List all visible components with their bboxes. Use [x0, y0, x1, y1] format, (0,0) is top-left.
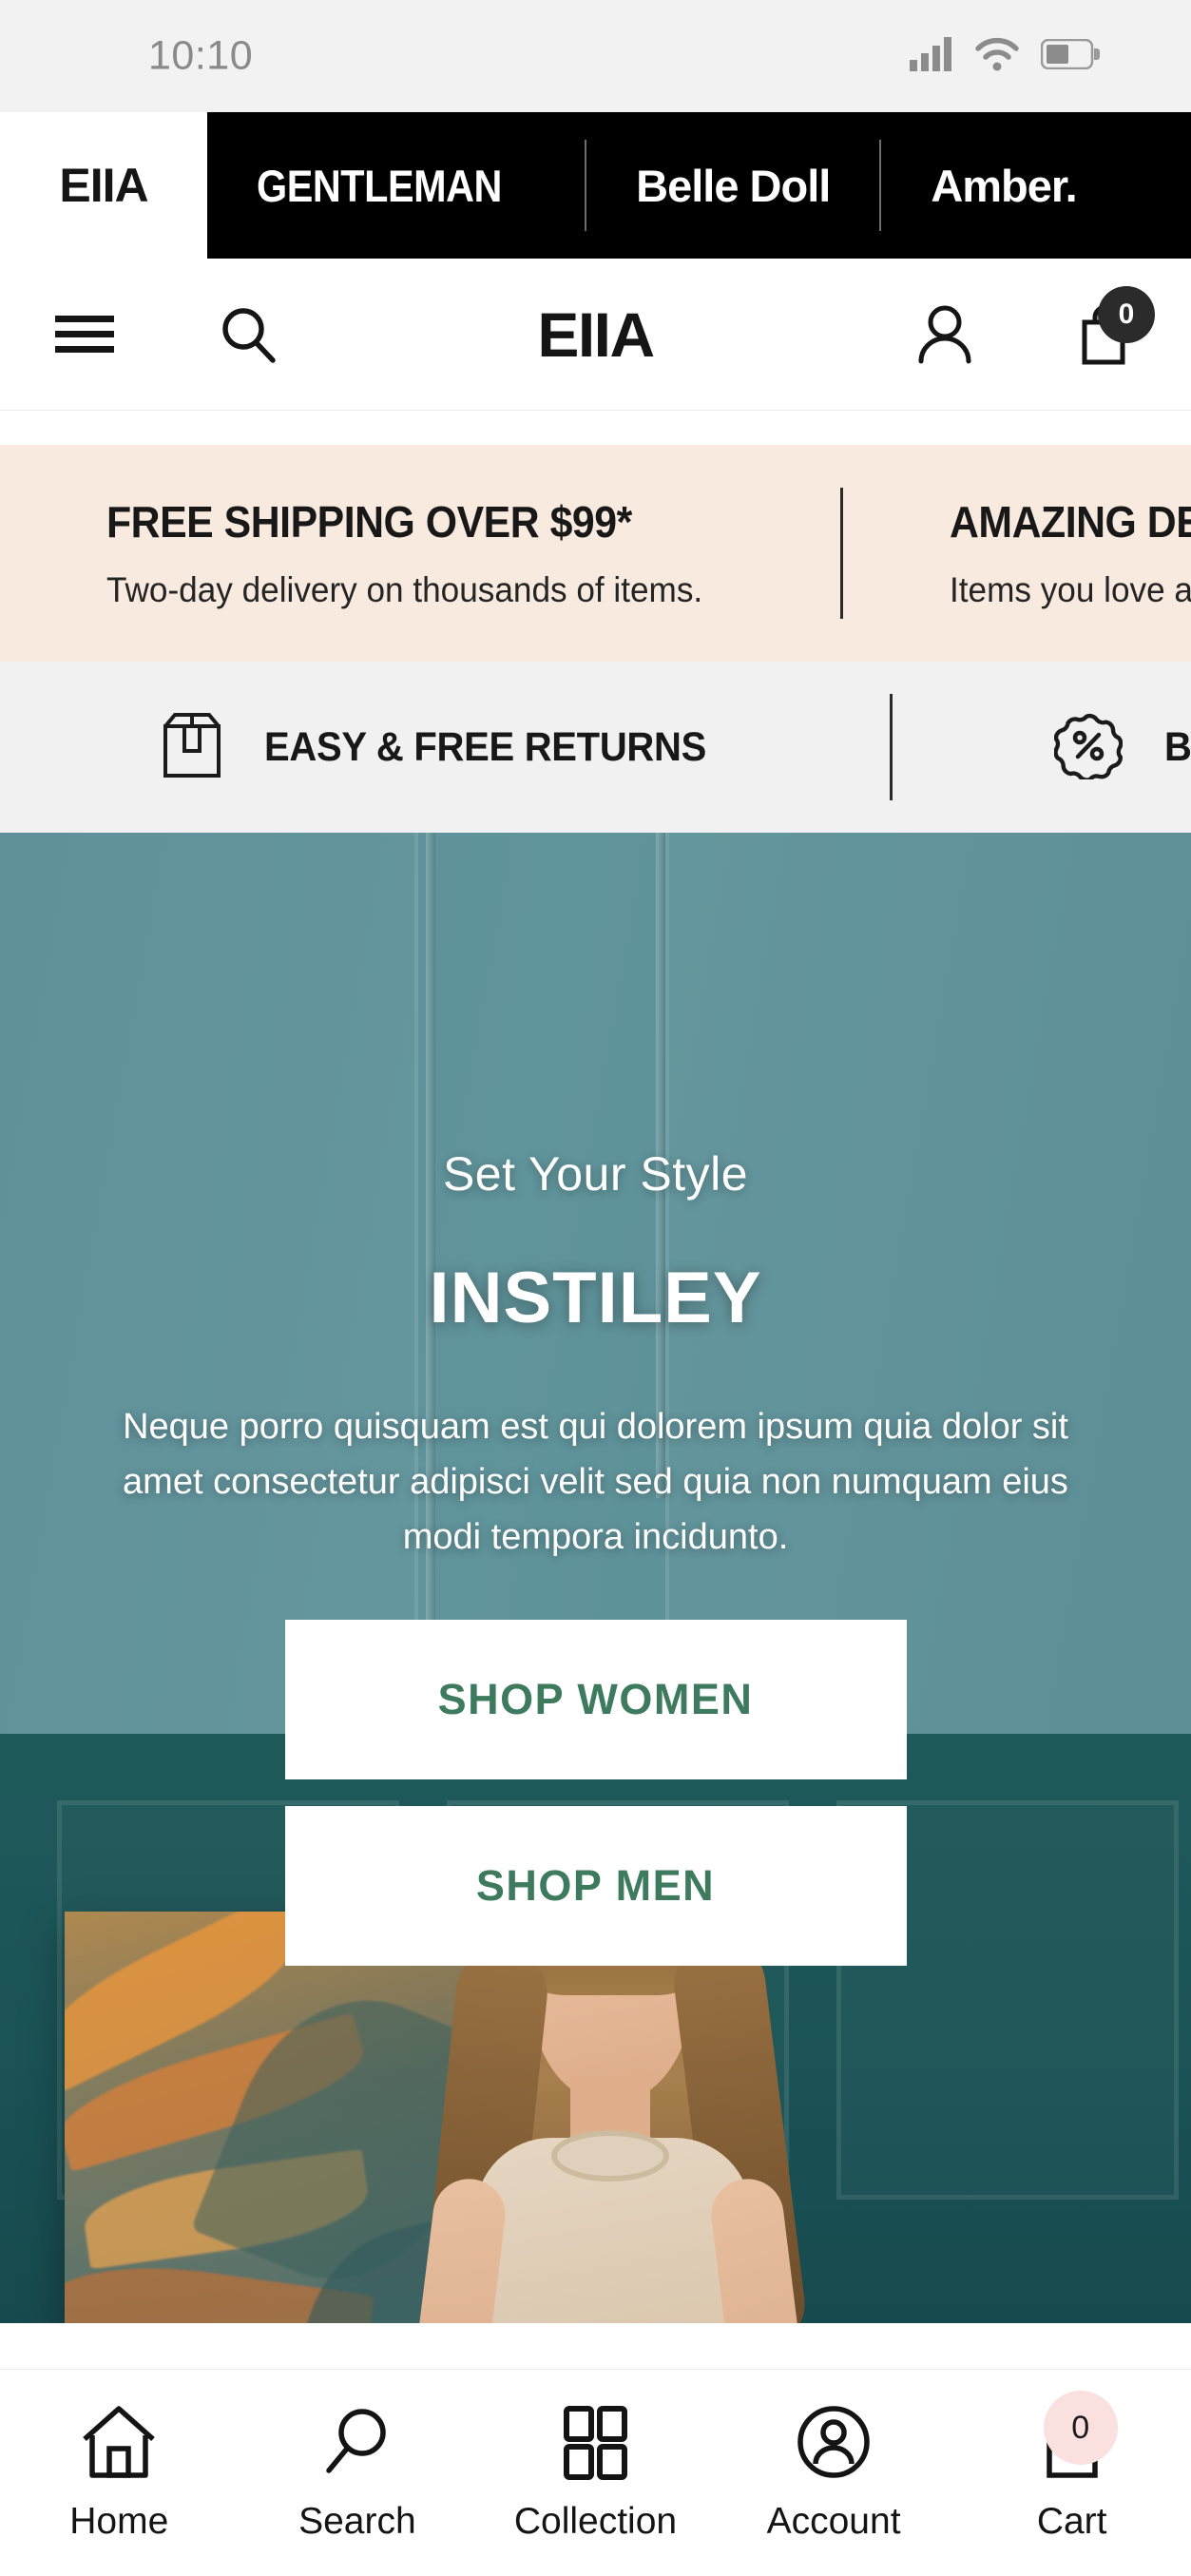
- cart-count-badge: 0: [1098, 285, 1155, 343]
- tab-collection[interactable]: Collection: [490, 2398, 700, 2543]
- shipping-promo-bar[interactable]: FREE SHIPPING OVER $99* Two-day delivery…: [0, 445, 1191, 662]
- home-icon: [79, 2398, 159, 2486]
- box-icon: [162, 711, 222, 784]
- returns-promo-item: EASY & FREE RETURNS: [0, 711, 740, 784]
- cart-icon[interactable]: 0: [1077, 285, 1155, 366]
- mobile-storefront-screen: 10:10 EIIA GENTLEMAN Belle Doll Amber. E…: [0, 0, 1191, 2576]
- user-icon[interactable]: [915, 304, 974, 365]
- wifi-icon: [974, 37, 1020, 76]
- hamburger-icon[interactable]: [55, 313, 114, 356]
- tab-home[interactable]: Home: [14, 2398, 223, 2543]
- tab-label: Account: [766, 2501, 901, 2542]
- hero-body-text: Neque porro quisquam est qui dolorem ips…: [123, 1407, 1068, 1557]
- battery-icon: [1040, 38, 1100, 74]
- brand-bar: EIIA GENTLEMAN Belle Doll Amber.: [0, 112, 1191, 259]
- status-time: 10:10: [148, 32, 254, 79]
- shipping-promo-title: FREE SHIPPING OVER $99*: [106, 497, 632, 547]
- tab-account[interactable]: Account: [729, 2398, 938, 2543]
- brand-bar-logo[interactable]: EIIA: [0, 112, 207, 259]
- brand-item-label: GENTLEMAN: [257, 160, 502, 211]
- tab-label: Collection: [513, 2501, 678, 2542]
- tab-label: Cart: [1036, 2501, 1107, 2542]
- signal-icon: [910, 36, 953, 76]
- brand-item-label: Belle Doll: [636, 160, 831, 211]
- returns-promo-label: EASY & FREE RETURNS: [264, 723, 707, 770]
- brand-strip[interactable]: GENTLEMAN Belle Doll Amber.: [207, 112, 1191, 259]
- header-left-actions: [55, 305, 278, 364]
- bottom-tab-bar: Home Search Collection Account 0 Cart: [0, 2369, 1191, 2576]
- shop-men-button[interactable]: SHOP MEN: [284, 1806, 907, 1967]
- brand-bar-logo-text: EIIA: [59, 159, 148, 212]
- status-icons: [910, 36, 1100, 76]
- shipping-promo-title: AMAZING DEALS: [950, 497, 1191, 547]
- hero-banner: Set Your Style INSTILEY Neque porro quis…: [0, 833, 1191, 2323]
- tab-cart[interactable]: 0 Cart: [968, 2391, 1177, 2543]
- hero-content: Set Your Style INSTILEY Neque porro quis…: [0, 833, 1191, 2323]
- discount-badge-icon: [1053, 711, 1124, 784]
- shipping-promo-item: AMAZING DEALS Items you love at low pric…: [843, 496, 1191, 610]
- tab-search[interactable]: Search: [253, 2398, 462, 2543]
- returns-promo-label: BEST PRICES: [1164, 723, 1191, 770]
- shipping-promo-subtitle: Two-day delivery on thousands of items.: [106, 570, 703, 609]
- header-spacer: [0, 411, 1191, 445]
- hero-cta-group: SHOP WOMEN SHOP MEN: [284, 1620, 907, 1967]
- status-bar: 10:10: [0, 0, 1191, 112]
- brand-item-label: Amber.: [931, 160, 1077, 211]
- search-icon: [317, 2398, 397, 2486]
- header-right-actions: 0: [915, 285, 1155, 366]
- cart-icon: 0: [1032, 2391, 1118, 2486]
- site-header: EIIA 0: [0, 259, 1191, 411]
- cart-count-badge: 0: [1043, 2391, 1118, 2465]
- hero-eyebrow: Set Your Style: [442, 1147, 749, 1201]
- tab-label: Search: [298, 2501, 416, 2542]
- search-icon[interactable]: [219, 305, 278, 364]
- shipping-promo-subtitle: Items you love at low prices.: [950, 570, 1191, 609]
- returns-promo-item: BEST PRICES: [893, 711, 1191, 784]
- user-circle-icon: [794, 2398, 874, 2486]
- header-logo[interactable]: EIIA: [537, 298, 655, 371]
- brand-item-belle-doll[interactable]: Belle Doll: [586, 112, 879, 259]
- brand-item-amber[interactable]: Amber.: [881, 112, 1125, 259]
- tab-label: Home: [69, 2501, 169, 2542]
- hero-title: INSTILEY: [429, 1258, 762, 1338]
- brand-item-gentleman[interactable]: GENTLEMAN: [207, 112, 585, 259]
- grid-icon: [555, 2398, 635, 2486]
- returns-promo-bar[interactable]: EASY & FREE RETURNS BEST PRICES: [0, 662, 1191, 833]
- shipping-promo-item: FREE SHIPPING OVER $99* Two-day delivery…: [0, 496, 734, 610]
- shop-women-button[interactable]: SHOP WOMEN: [284, 1620, 907, 1780]
